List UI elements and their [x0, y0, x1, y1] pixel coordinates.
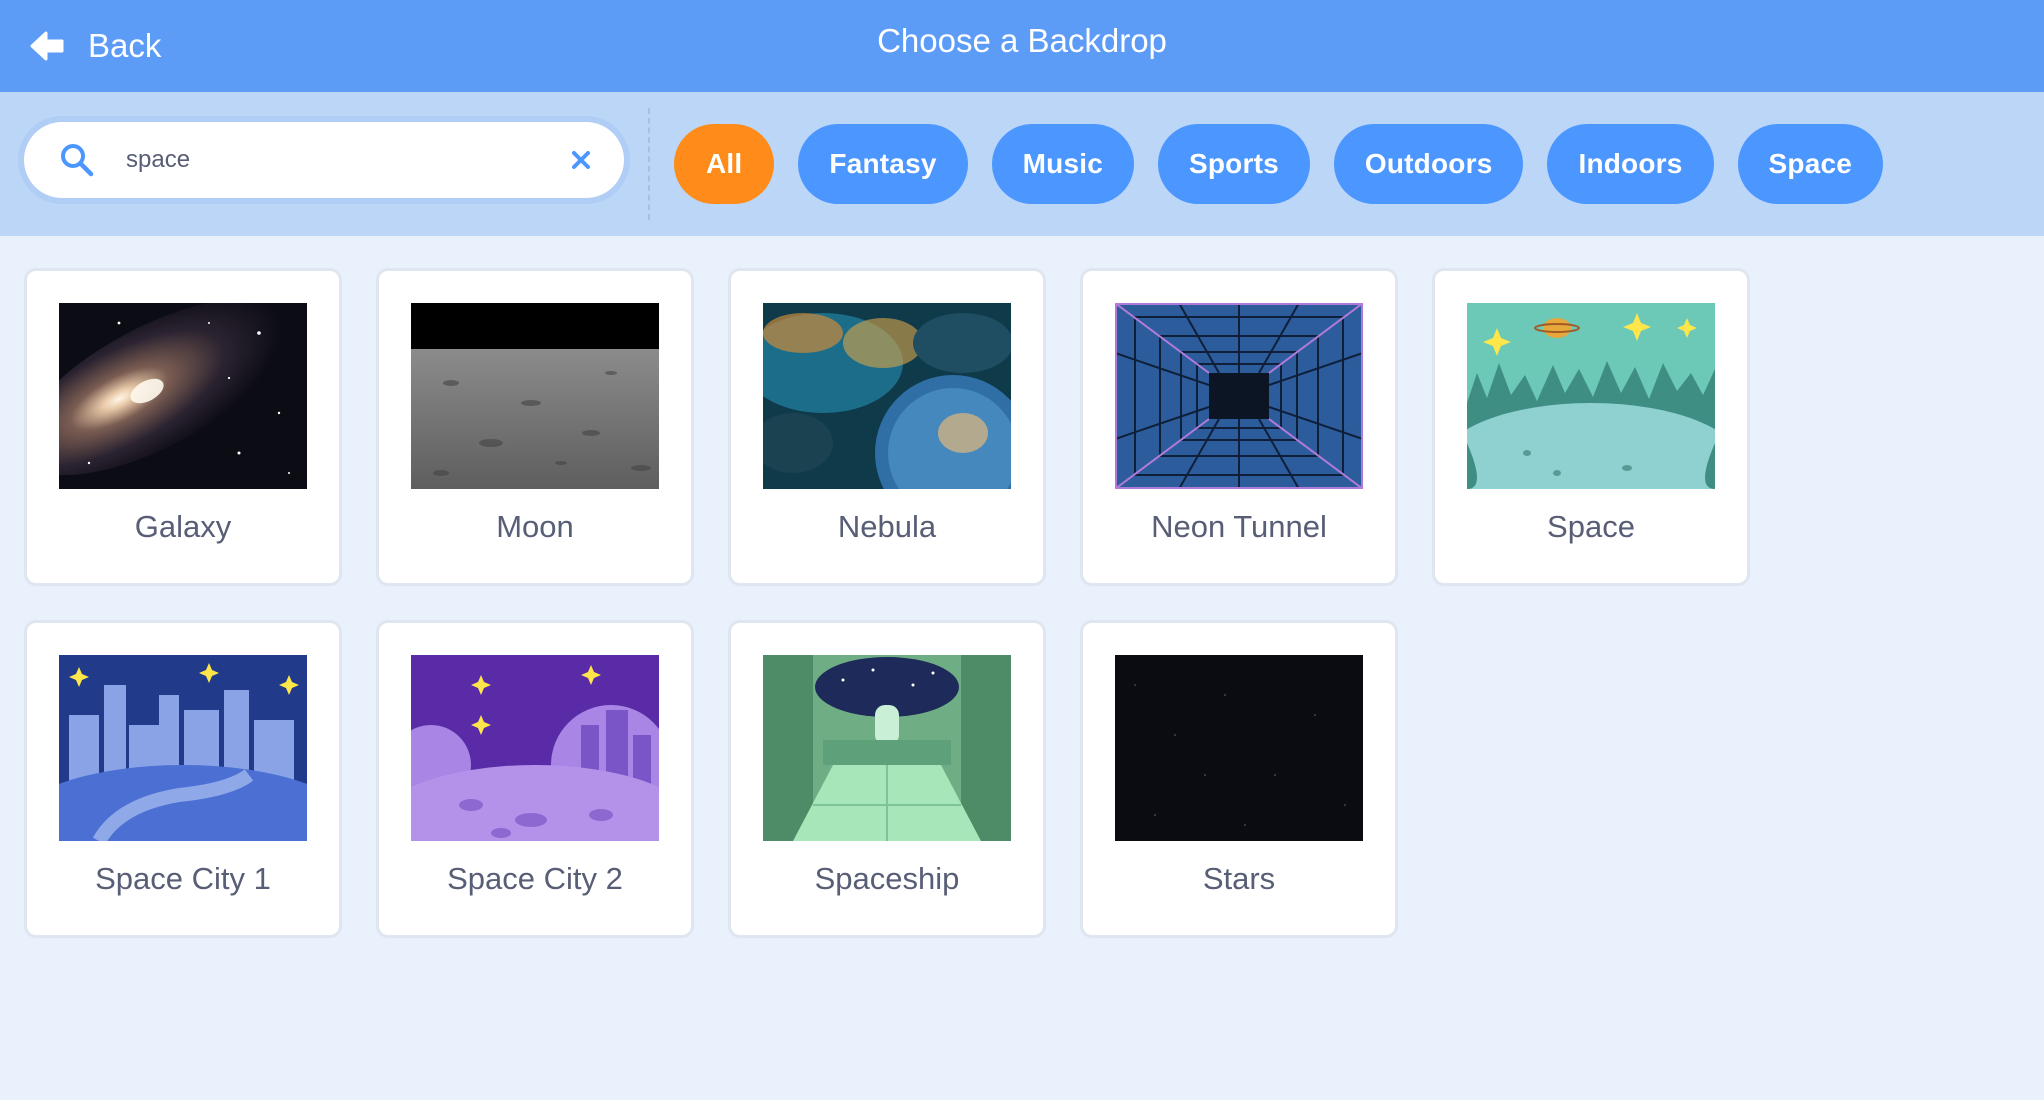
search-box	[24, 122, 624, 198]
backdrop-name: Space	[1547, 509, 1635, 544]
galaxy-thumbnail	[59, 303, 307, 489]
divider	[648, 108, 650, 220]
tag-all[interactable]: All	[674, 124, 775, 204]
backdrop-card-space[interactable]: Space	[1432, 268, 1750, 586]
stars-thumbnail	[1115, 655, 1363, 841]
backdrop-card-stars[interactable]: Stars	[1080, 620, 1398, 938]
space-city-1-thumbnail	[59, 655, 307, 841]
tag-outdoors[interactable]: Outdoors	[1333, 124, 1524, 204]
backdrop-card-space-city-2[interactable]: Space City 2	[376, 620, 694, 938]
backdrop-grid: Galaxy Moon Nebula Neon Tunnel Space Spa…	[24, 268, 1750, 938]
page-title: Choose a Backdrop	[877, 22, 1167, 59]
filter-bar: All Fantasy Music Sports Outdoors Indoor…	[0, 92, 2044, 236]
space-city-2-thumbnail	[411, 655, 659, 841]
arrow-left-icon	[30, 31, 64, 61]
backdrop-name: Space City 2	[447, 861, 623, 896]
backdrop-card-neon-tunnel[interactable]: Neon Tunnel	[1080, 268, 1398, 586]
space-thumbnail	[1467, 303, 1715, 489]
back-button[interactable]: Back	[28, 20, 161, 72]
backdrop-name: Galaxy	[134, 509, 232, 544]
backdrop-name: Moon	[496, 509, 574, 544]
search-container	[18, 116, 630, 204]
backdrop-name: Space City 1	[95, 861, 271, 896]
tag-fantasy[interactable]: Fantasy	[798, 124, 968, 204]
tag-indoors[interactable]: Indoors	[1547, 124, 1714, 204]
header: Back Choose a Backdrop	[0, 0, 2044, 92]
backdrop-card-nebula[interactable]: Nebula	[728, 268, 1046, 586]
tag-sports[interactable]: Sports	[1157, 124, 1310, 204]
backdrop-name: Neon Tunnel	[1151, 509, 1327, 544]
backdrop-card-spaceship[interactable]: Spaceship	[728, 620, 1046, 938]
backdrop-name: Stars	[1202, 861, 1276, 896]
nebula-thumbnail	[763, 303, 1011, 489]
tag-filter-list: All Fantasy Music Sports Outdoors Indoor…	[674, 124, 1884, 204]
tag-space[interactable]: Space	[1737, 124, 1884, 204]
neon-tunnel-thumbnail	[1115, 303, 1363, 489]
backdrop-name: Nebula	[837, 509, 937, 544]
back-label: Back	[88, 27, 162, 64]
backdrop-card-space-city-1[interactable]: Space City 1	[24, 620, 342, 938]
clear-search-icon[interactable]	[568, 147, 594, 173]
tag-music[interactable]: Music	[991, 124, 1134, 204]
moon-thumbnail	[411, 303, 659, 489]
search-input[interactable]	[126, 146, 568, 174]
backdrop-card-galaxy[interactable]: Galaxy	[24, 268, 342, 586]
search-icon	[61, 144, 94, 177]
backdrop-name: Spaceship	[814, 861, 960, 896]
backdrop-card-moon[interactable]: Moon	[376, 268, 694, 586]
spaceship-thumbnail	[763, 655, 1011, 841]
